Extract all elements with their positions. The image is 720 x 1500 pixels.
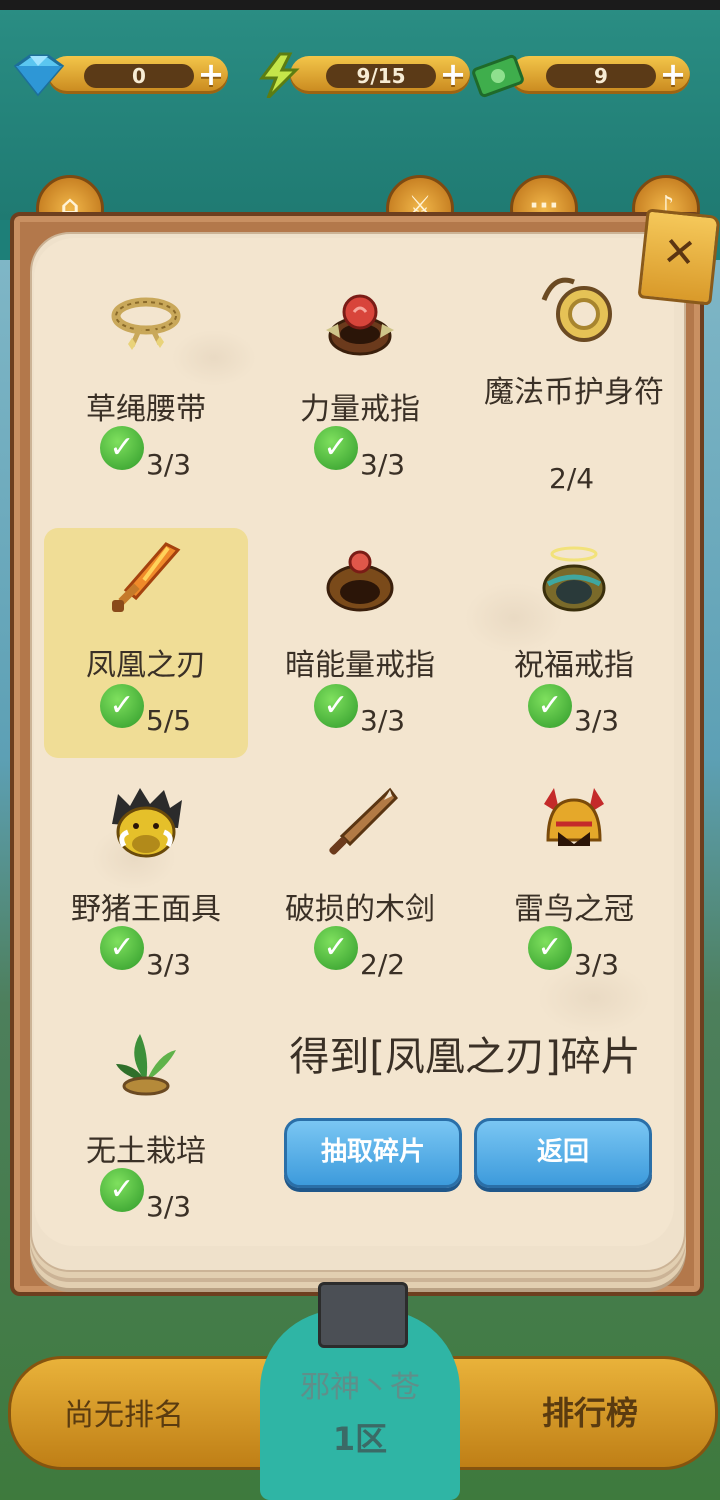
item-card[interactable]: 暗能量戒指 ✓ 3/3 — [258, 528, 462, 758]
item-count: 2/4 — [549, 462, 595, 495]
top-background — [0, 10, 720, 220]
item-name: 无土栽培 — [86, 1134, 206, 1169]
add-energy-button[interactable]: + — [436, 58, 470, 92]
back-button[interactable]: 返回 — [474, 1118, 652, 1188]
item-card[interactable]: 破损的木剑 ✓ 2/2 — [258, 772, 462, 1002]
power-ring-icon — [326, 294, 394, 356]
soilless-plant-icon — [116, 1034, 176, 1096]
check-icon: ✓ — [528, 926, 572, 970]
avatar[interactable] — [318, 1282, 408, 1348]
magic-coin-amulet-icon — [541, 277, 612, 342]
diamond-count: 0 — [84, 64, 194, 88]
cash-count: 9 — [546, 64, 656, 88]
check-icon: ✓ — [314, 684, 358, 728]
item-card[interactable]: 祝福戒指 ✓ 3/3 — [472, 528, 676, 758]
check-icon: ✓ — [100, 684, 144, 728]
item-name: 破损的木剑 — [285, 892, 435, 927]
boar-king-mask-icon — [112, 788, 182, 858]
energy-count: 9/15 — [326, 64, 436, 88]
item-count: 2/2 — [360, 948, 406, 981]
add-cash-button[interactable]: + — [656, 58, 690, 92]
leaderboard-button[interactable]: 排行榜 — [542, 1388, 638, 1434]
item-name: 草绳腰带 — [86, 392, 206, 427]
status-bar — [0, 0, 720, 10]
player-name: 邪神丶苍 — [300, 1370, 420, 1405]
obtain-message: 得到[凤凰之刃]碎片 — [289, 1034, 641, 1080]
check-icon: ✓ — [100, 426, 144, 470]
item-name: 魔法币护身符 — [484, 375, 664, 410]
item-count: 3/3 — [360, 448, 406, 481]
broken-wooden-sword-icon — [329, 787, 398, 855]
item-count: 3/3 — [574, 704, 620, 737]
dark-energy-ring-icon — [326, 550, 394, 612]
item-card[interactable]: 野猪王面具 ✓ 3/3 — [44, 772, 248, 1002]
item-count: 3/3 — [146, 448, 192, 481]
rope-belt-icon — [111, 297, 181, 350]
diamond-icon — [13, 54, 65, 97]
item-card[interactable]: 力量戒指 ✓ 3/3 — [258, 272, 462, 502]
item-name: 雷鸟之冠 — [514, 892, 634, 927]
item-count: 3/3 — [146, 1190, 192, 1223]
item-name: 凤凰之刃 — [86, 648, 206, 683]
item-count: 3/3 — [360, 704, 406, 737]
add-diamond-button[interactable]: + — [194, 58, 228, 92]
check-icon: ✓ — [314, 426, 358, 470]
draw-fragment-button[interactable]: 抽取碎片 — [284, 1118, 462, 1188]
item-name: 暗能量戒指 — [285, 648, 435, 683]
check-icon: ✓ — [528, 684, 572, 728]
check-icon: ✓ — [100, 1168, 144, 1212]
phoenix-blade-icon — [112, 542, 181, 612]
item-count: 5/5 — [146, 704, 192, 737]
item-count: 3/3 — [574, 948, 620, 981]
item-card[interactable]: 草绳腰带 ✓ 3/3 — [44, 272, 248, 502]
item-card[interactable]: 魔法币护身符 2/4 — [472, 262, 676, 495]
item-name: 祝福戒指 — [514, 648, 634, 683]
item-count: 3/3 — [146, 948, 192, 981]
blessing-ring-icon — [542, 546, 606, 612]
rank-status: 尚无排名 — [64, 1398, 184, 1433]
item-name: 野猪王面具 — [71, 892, 221, 927]
energy-bolt-icon — [259, 52, 300, 98]
item-card[interactable]: 雷鸟之冠 ✓ 3/3 — [472, 772, 676, 1002]
check-icon: ✓ — [100, 926, 144, 970]
item-card-selected[interactable]: 凤凰之刃 ✓ 5/5 — [44, 528, 248, 758]
server-zone: 1区 — [332, 1420, 388, 1458]
cash-icon — [472, 54, 524, 98]
check-icon: ✓ — [314, 926, 358, 970]
item-name: 力量戒指 — [300, 392, 420, 427]
thunderbird-crown-icon — [544, 788, 604, 846]
item-card[interactable]: 无土栽培 ✓ 3/3 — [44, 1014, 248, 1244]
